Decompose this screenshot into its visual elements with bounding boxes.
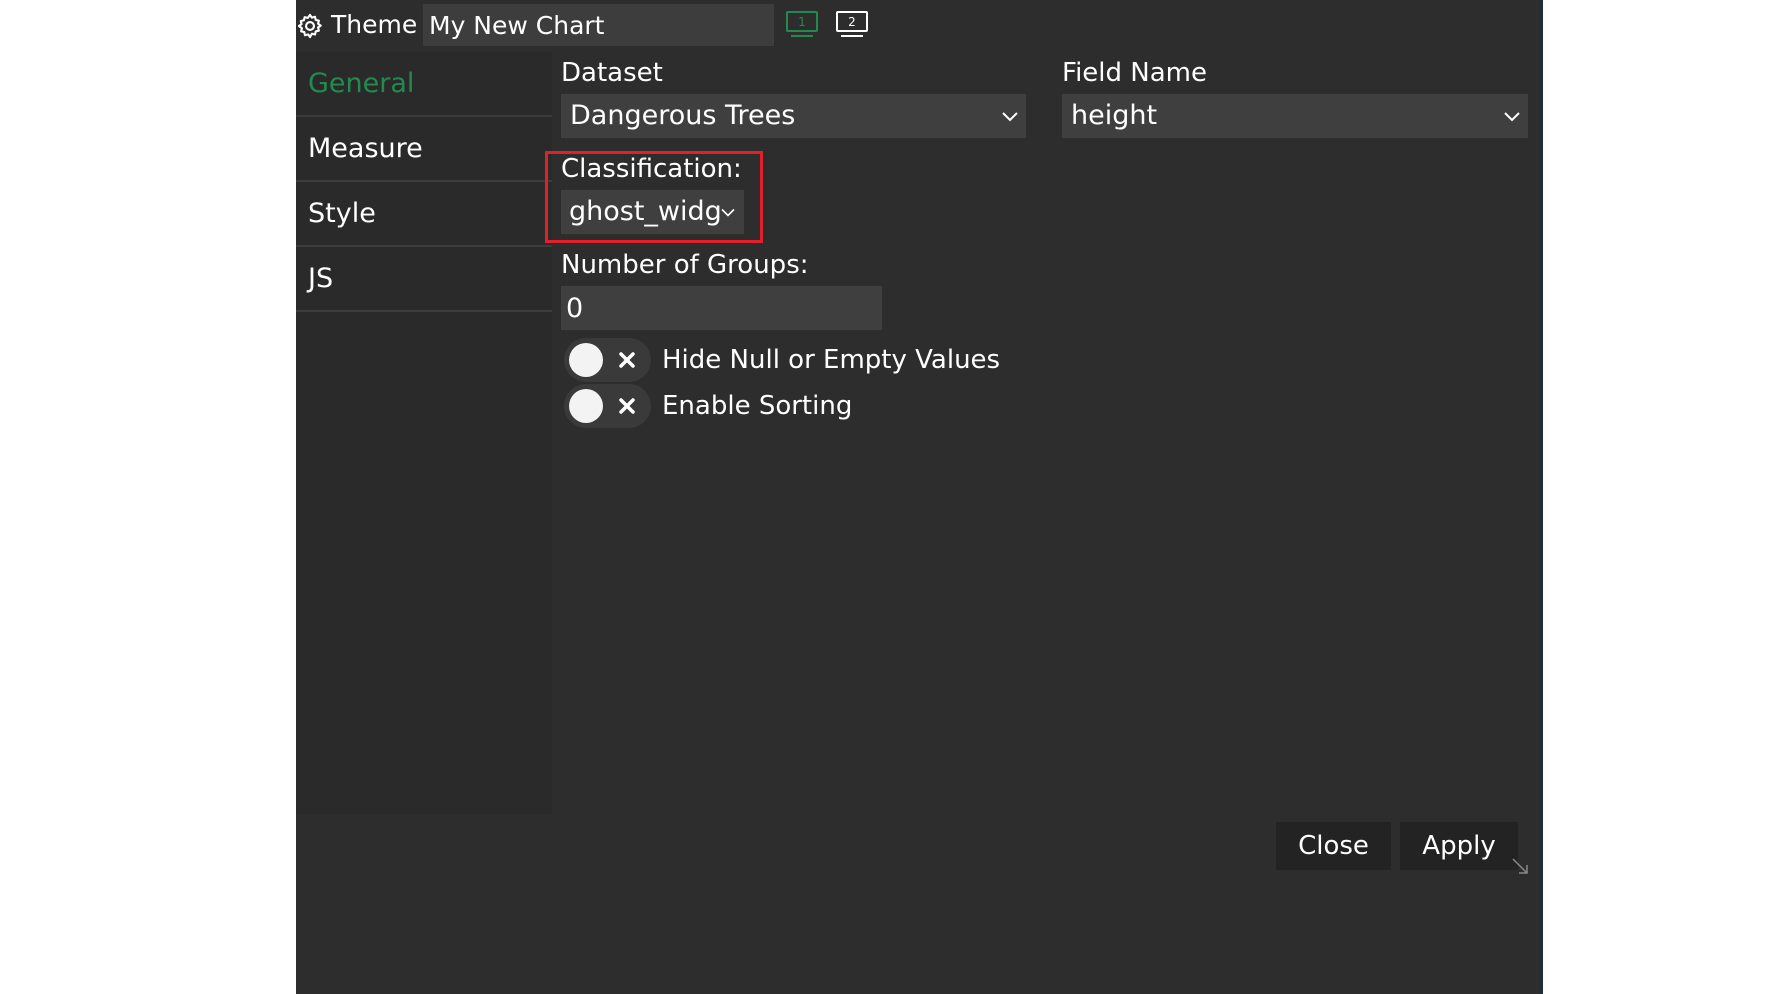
enable-sorting-label: Enable Sorting (662, 391, 853, 421)
classification-value: ghost_widg (569, 196, 722, 227)
hide-null-toggle[interactable] (564, 338, 651, 382)
monitor-1-number: 1 (798, 15, 806, 29)
field-name-select[interactable]: height (1062, 94, 1528, 138)
chart-settings-dialog: Theme 1 2 General Measure Style JS Datas… (296, 0, 1540, 994)
sidebar-item-measure[interactable]: Measure (296, 117, 552, 182)
sidebar-item-style[interactable]: Style (296, 182, 552, 247)
resize-handle-icon[interactable] (1510, 856, 1530, 876)
sidebar-item-js[interactable]: JS (296, 247, 552, 312)
sidebar-item-label: Style (308, 198, 376, 229)
sidebar-item-label: Measure (308, 133, 423, 164)
close-button[interactable]: Close (1276, 822, 1391, 870)
settings-sidebar: General Measure Style JS (296, 52, 552, 814)
hide-null-label: Hide Null or Empty Values (662, 345, 1001, 375)
dataset-label: Dataset (561, 58, 663, 88)
sidebar-item-label: JS (308, 263, 334, 294)
field-name-value: height (1071, 100, 1158, 131)
toggle-knob (569, 389, 603, 423)
chevron-down-icon (1504, 112, 1520, 122)
classification-select[interactable]: ghost_widg (561, 190, 744, 234)
gear-icon[interactable] (296, 12, 324, 40)
field-name-label: Field Name (1062, 58, 1207, 88)
number-of-groups-label: Number of Groups: (561, 250, 809, 280)
classification-label: Classification: (561, 154, 742, 184)
toggle-knob (569, 343, 603, 377)
chevron-down-icon (1002, 112, 1018, 122)
sidebar-item-general[interactable]: General (296, 52, 552, 117)
window-edge (1540, 0, 1543, 994)
sidebar-item-label: General (308, 68, 415, 99)
monitor-2-icon[interactable]: 2 (835, 10, 871, 40)
x-icon (619, 398, 635, 414)
dataset-value: Dangerous Trees (570, 100, 796, 131)
dataset-select[interactable]: Dangerous Trees (561, 94, 1026, 138)
monitor-2-number: 2 (848, 15, 856, 29)
chart-title-input[interactable] (423, 4, 774, 46)
monitor-1-icon[interactable]: 1 (785, 10, 821, 40)
chevron-down-icon (721, 208, 735, 217)
x-icon (619, 352, 635, 368)
apply-button[interactable]: Apply (1400, 822, 1518, 870)
enable-sorting-toggle[interactable] (564, 384, 651, 428)
theme-label: Theme (331, 10, 418, 39)
number-of-groups-input[interactable] (561, 286, 882, 330)
